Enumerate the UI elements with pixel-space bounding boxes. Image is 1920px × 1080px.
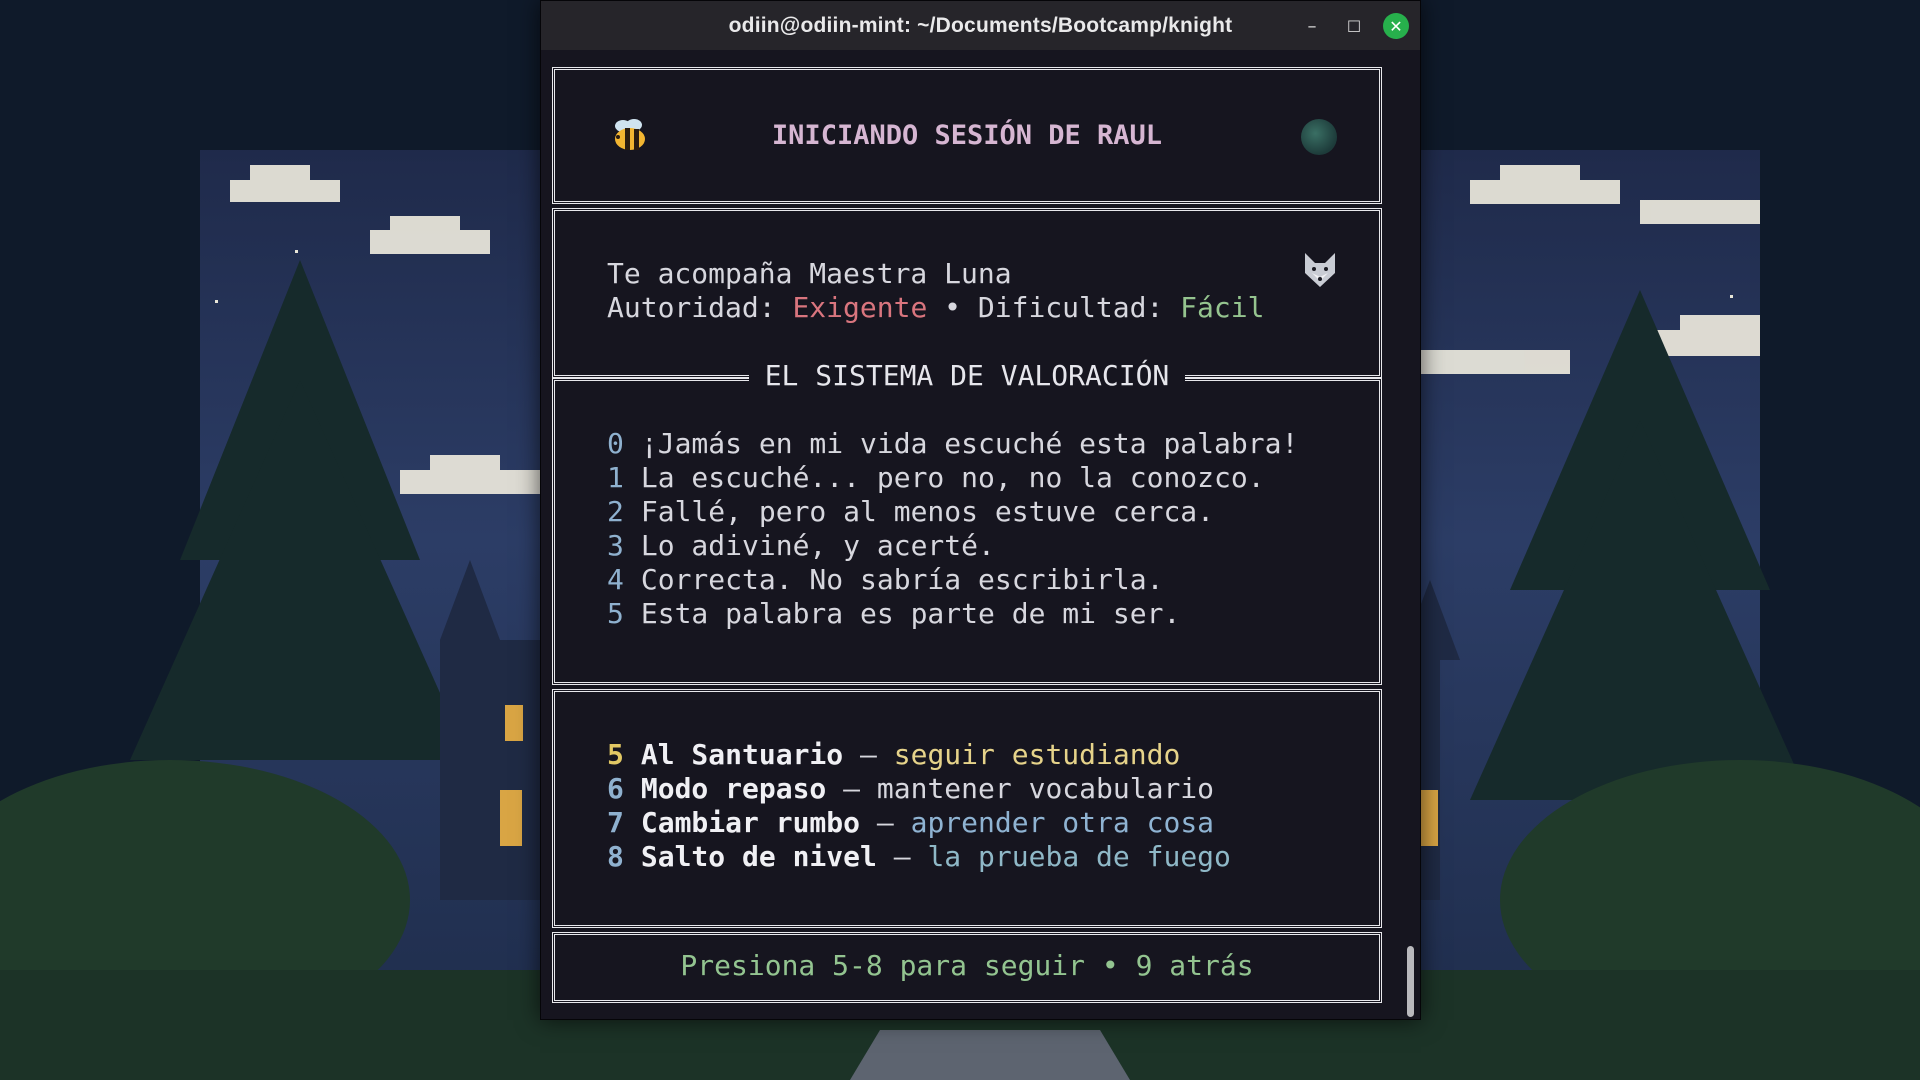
maximize-button[interactable]: ☐ [1341, 13, 1367, 39]
menu-description: seguir estudiando [893, 738, 1181, 771]
menu-number: 7 [607, 806, 624, 839]
companion-line: Te acompaña Maestra Luna [607, 257, 1012, 290]
separator: • [927, 291, 978, 324]
rating-text: Fallé, pero al menos estuve cerca. [640, 495, 1215, 528]
rating-item: 2 Fallé, pero al menos estuve cerca. [607, 495, 1214, 529]
menu-option-6[interactable]: 6 Modo repaso – mantener vocabulario [607, 772, 1214, 806]
menu-number: 6 [607, 772, 624, 805]
session-title: INICIANDO SESIÓN DE RAUL [771, 120, 1163, 151]
rating-text: ¡Jamás en mi vida escuché esta palabra! [640, 427, 1299, 460]
rating-text: Esta palabra es parte de mi ser. [640, 597, 1181, 630]
rating-number: 4 [607, 563, 624, 596]
menu-description: aprender otra cosa [910, 806, 1215, 839]
menu-dash: – [843, 738, 894, 771]
terminal-window[interactable]: odiin@odiin-mint: ~/Documents/Bootcamp/k… [540, 0, 1421, 1020]
menu-description: mantener vocabulario [876, 772, 1215, 805]
menu-dash: – [826, 772, 877, 805]
prompt-panel: Presiona 5-8 para seguir • 9 atrás [552, 932, 1382, 1003]
terminal-content[interactable]: INICIANDO SESIÓN DE RAUL Te acompaña Mae… [541, 50, 1420, 1019]
rating-item: 3 Lo adiviné, y acerté. [607, 529, 995, 563]
menu-dash: – [860, 806, 911, 839]
menu-number: 5 [607, 738, 624, 771]
menu-label: Cambiar rumbo [640, 806, 861, 839]
header-panel: INICIANDO SESIÓN DE RAUL [552, 67, 1382, 204]
terminal-scrollbar[interactable] [1407, 946, 1414, 1017]
difficulty-label: Dificultad: [977, 291, 1181, 324]
wolf-icon [1305, 253, 1335, 287]
rating-text: Lo adiviné, y acerté. [640, 529, 995, 562]
companion-panel: Te acompaña Maestra Luna Autoridad: Exig… [552, 208, 1382, 378]
menu-option-8[interactable]: 8 Salto de nivel – la prueba de fuego [607, 840, 1231, 874]
rating-text: Correcta. No sabría escribirla. [640, 563, 1164, 596]
rating-item: 1 La escuché... pero no, no la conozco. [607, 461, 1265, 495]
menu-label: Al Santuario [640, 738, 844, 771]
menu-label: Modo repaso [640, 772, 827, 805]
moon-icon [1301, 119, 1337, 155]
minimize-button[interactable]: – [1299, 13, 1325, 39]
rating-item: 4 Correcta. No sabría escribirla. [607, 563, 1163, 597]
rating-item: 5 Esta palabra es parte de mi ser. [607, 597, 1180, 631]
authority-difficulty-line: Autoridad: Exigente • Dificultad: Fácil [607, 291, 1264, 325]
close-button[interactable]: ✕ [1383, 13, 1409, 39]
menu-panel: 5 Al Santuario – seguir estudiando 6 Modo r… [552, 689, 1382, 928]
rating-number: 1 [607, 461, 624, 494]
rating-panel: EL SISTEMA DE VALORACIÓN 0 ¡Jamás en mi v… [552, 359, 1382, 685]
rating-number: 0 [607, 427, 624, 460]
rating-number: 3 [607, 529, 624, 562]
window-titlebar[interactable]: odiin@odiin-mint: ~/Documents/Bootcamp/k… [541, 1, 1420, 50]
window-title: odiin@odiin-mint: ~/Documents/Bootcamp/k… [728, 14, 1233, 37]
rating-title: EL SISTEMA DE VALORACIÓN [555, 359, 1379, 392]
rating-item: 0 ¡Jamás en mi vida escuché esta palabra! [607, 427, 1298, 461]
menu-label: Salto de nivel [640, 840, 877, 873]
rating-number: 5 [607, 597, 624, 630]
menu-number: 8 [607, 840, 624, 873]
rating-text: La escuché... pero no, no la conozco. [640, 461, 1265, 494]
rating-number: 2 [607, 495, 624, 528]
menu-description: la prueba de fuego [927, 840, 1231, 873]
authority-label: Autoridad: [607, 291, 793, 324]
menu-option-5[interactable]: 5 Al Santuario – seguir estudiando [607, 738, 1180, 772]
difficulty-value: Fácil [1180, 291, 1265, 324]
menu-dash: – [876, 840, 928, 873]
menu-option-7[interactable]: 7 Cambiar rumbo – aprender otra cosa [607, 806, 1214, 840]
footer-prompt: Presiona 5-8 para seguir • 9 atrás [680, 949, 1254, 982]
authority-value: Exigente [792, 291, 928, 324]
rating-title-text: EL SISTEMA DE VALORACIÓN [748, 359, 1186, 392]
